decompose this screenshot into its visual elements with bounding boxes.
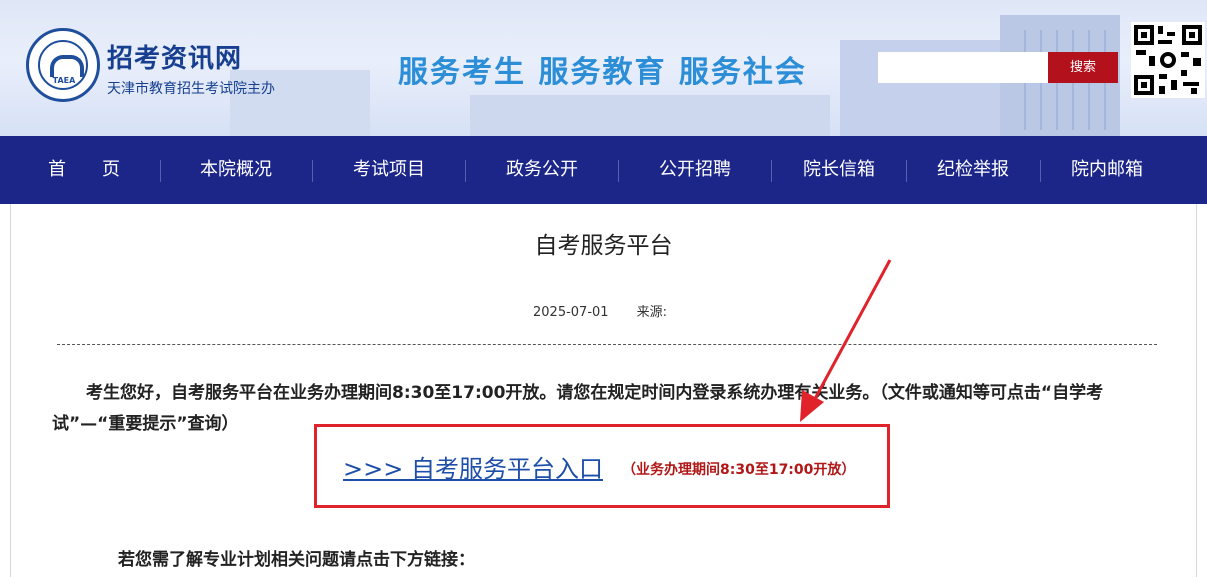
title-divider bbox=[57, 344, 1157, 345]
nav-divider bbox=[160, 160, 161, 182]
article-title: 自考服务平台 bbox=[534, 233, 673, 259]
nav-item-exams[interactable]: 考试项目 bbox=[333, 136, 445, 204]
nav-item-recruitment[interactable]: 公开招聘 bbox=[639, 136, 751, 204]
nav-item-director-mailbox[interactable]: 院长信箱 bbox=[783, 136, 895, 204]
nav-item-internal-mail[interactable]: 院内邮箱 bbox=[1051, 136, 1163, 204]
nav-divider bbox=[771, 160, 772, 182]
nav-item-about[interactable]: 本院概况 bbox=[180, 136, 292, 204]
article-meta: 2025-07-01 来源: bbox=[533, 301, 695, 320]
nav-divider bbox=[465, 160, 466, 182]
qr-code-icon bbox=[1131, 22, 1205, 98]
nav-item-discipline-report[interactable]: 纪检举报 bbox=[917, 136, 1029, 204]
self-exam-platform-entry-link[interactable]: >>> 自考服务平台入口 bbox=[343, 449, 603, 484]
logo-text: TAEA bbox=[52, 76, 76, 85]
site-logo[interactable]: TAEA bbox=[26, 28, 100, 102]
site-header: TAEA 招考资讯网 天津市教育招生考试院主办 服务考生 服务教育 服务社会 搜… bbox=[0, 0, 1207, 136]
search-input[interactable] bbox=[878, 52, 1048, 83]
logo-arch-icon bbox=[50, 55, 84, 77]
site-title[interactable]: 招考资讯网 bbox=[107, 38, 242, 75]
major-plan-prompt: 若您需了解专业计划相关问题请点击下方链接： bbox=[118, 550, 475, 570]
business-hours-note: （业务办理期间8:30至17:00开放） bbox=[622, 462, 856, 478]
nav-item-public-affairs[interactable]: 政务公开 bbox=[486, 136, 598, 204]
header-slogan: 服务考生 服务教育 服务社会 bbox=[398, 55, 807, 90]
nav-divider bbox=[1040, 160, 1041, 182]
nav-item-home[interactable]: 首 页 bbox=[28, 136, 140, 204]
header-background-building bbox=[470, 95, 830, 136]
nav-divider bbox=[618, 160, 619, 182]
site-subtitle: 天津市教育招生考试院主办 bbox=[107, 81, 275, 97]
main-navigation: 首 页 本院概况 考试项目 政务公开 公开招聘 院长信箱 纪检举报 院内邮箱 bbox=[0, 136, 1207, 204]
nav-divider bbox=[906, 160, 907, 182]
search-button[interactable]: 搜索 bbox=[1048, 52, 1118, 83]
nav-divider bbox=[312, 160, 313, 182]
logo-emblem-icon: TAEA bbox=[38, 40, 88, 90]
article-source-label: 来源: bbox=[636, 305, 667, 320]
article-date: 2025-07-01 bbox=[533, 305, 609, 320]
